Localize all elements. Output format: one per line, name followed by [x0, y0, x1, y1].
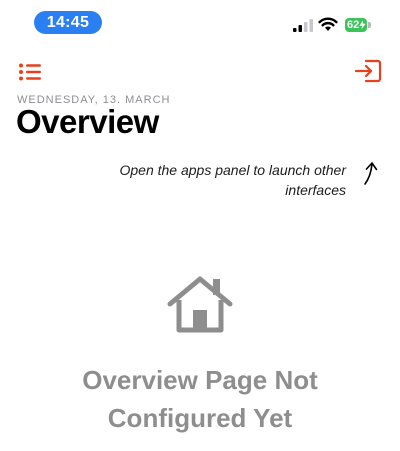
status-time[interactable]: 14:45 — [34, 11, 102, 34]
house-icon — [167, 276, 233, 333]
list-menu-icon[interactable] — [18, 62, 44, 82]
curved-arrow-up-icon — [364, 162, 378, 185]
signal-icon — [293, 19, 313, 32]
battery-level: 62 — [347, 19, 360, 31]
empty-state-message: Overview Page Not Configured Yet — [82, 365, 318, 433]
wifi-icon — [318, 17, 338, 31]
battery-charging-icon: 62 — [345, 18, 373, 32]
app-screen: 14:45 62 WEDNESDAY, 13. MARCH Overview O… — [0, 0, 400, 451]
apps-panel-hint: Open the apps panel to launch other inte… — [119, 162, 346, 198]
page-title: Overview — [16, 103, 159, 140]
logout-icon[interactable] — [354, 58, 382, 84]
